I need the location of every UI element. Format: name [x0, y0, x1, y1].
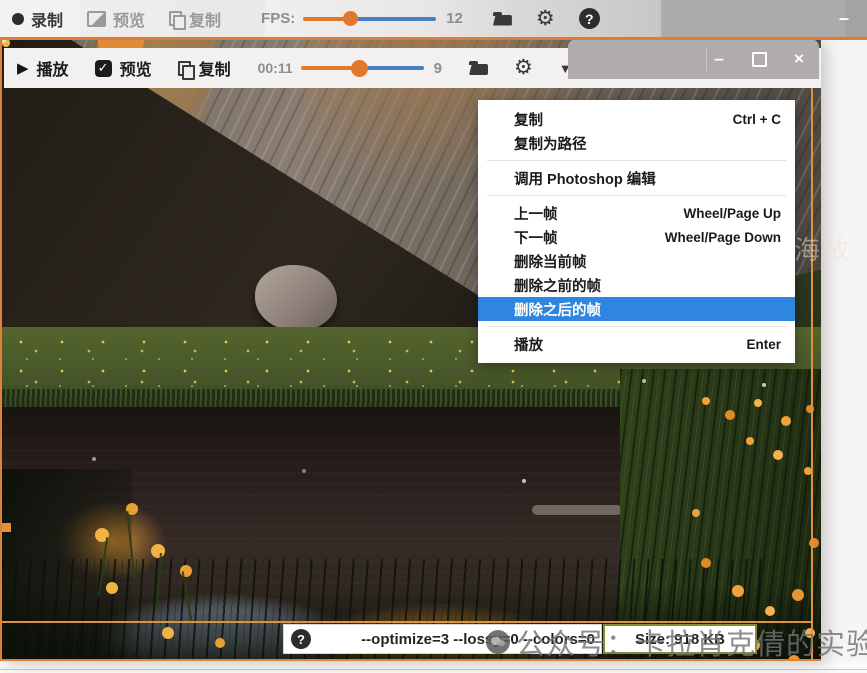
menu-shortcut: Wheel/Page Up [683, 206, 781, 221]
recorder-minimize-button[interactable]: – [827, 0, 861, 37]
menu-item-previous-frame[interactable]: 上一帧 Wheel/Page Up [478, 201, 795, 225]
play-label: 播放 [37, 56, 69, 80]
menu-shortcut: Enter [746, 337, 781, 352]
record-button[interactable]: 录制 [0, 0, 75, 37]
play-icon: ▶ [17, 61, 29, 76]
editor-maximize-button[interactable] [739, 39, 779, 79]
menu-separator [487, 326, 786, 327]
play-button[interactable]: ▶ 播放 [4, 48, 82, 88]
copy-button[interactable]: 复制 [165, 48, 244, 88]
gear-icon: ⚙ [514, 58, 533, 78]
preview-label: 预览 [120, 56, 152, 80]
fps-slider-handle[interactable] [343, 11, 358, 26]
gifsicle-args-bar: ? --optimize=3 --lossy=0 --colors=0 [283, 624, 602, 654]
open-folder-icon [469, 61, 488, 75]
capture-frame-right-edge[interactable] [811, 39, 813, 661]
boulder [255, 265, 337, 331]
copy-icon [169, 11, 182, 26]
menu-item-copy-as-path[interactable]: 复制为路径 [478, 131, 795, 155]
preview-label: 预览 [113, 7, 145, 31]
editor-close-button[interactable]: × [779, 39, 819, 79]
menu-item-delete-current-frame[interactable]: 删除当前帧 [478, 249, 795, 273]
preview-checkbox[interactable]: ✓ 预览 [82, 48, 165, 88]
image-icon [87, 11, 106, 27]
copy-label: 复制 [189, 7, 221, 31]
open-folder-button[interactable] [456, 48, 501, 88]
frame-slider-filled [301, 66, 353, 70]
desktop-background-strip [0, 661, 867, 673]
copy-icon [178, 61, 191, 76]
maximize-icon [752, 52, 767, 67]
editor-minimize-button[interactable]: – [699, 39, 739, 79]
fps-slider-rest [356, 17, 436, 21]
left-corner-grass [2, 469, 132, 661]
open-folder-icon [493, 12, 512, 26]
menu-shortcut: Ctrl + C [733, 112, 781, 127]
recorder-toolbar: 录制 预览 复制 FPS: 12 ⚙ ? – [0, 0, 867, 40]
frame-slider-handle[interactable] [351, 60, 368, 77]
fps-value: 12 [446, 10, 463, 27]
file-size-box: Size: 918 KB [603, 624, 757, 654]
record-label: 录制 [31, 7, 63, 31]
editor-titlebar[interactable]: – × [568, 39, 819, 79]
frame-value: 9 [434, 60, 442, 77]
gifsicle-args-text: --optimize=3 --lossy=0 --colors=0 [361, 631, 595, 648]
menu-shortcut: Wheel/Page Down [665, 230, 781, 245]
menu-separator [487, 195, 786, 196]
titlebar-divider [706, 47, 707, 71]
capture-frame-handle[interactable] [2, 523, 11, 532]
fps-slider[interactable] [303, 12, 436, 26]
fps-slider-filled [303, 17, 345, 21]
menu-item-copy[interactable]: 复制 Ctrl + C [478, 107, 795, 131]
help-button[interactable]: ? [567, 0, 612, 37]
record-dot-icon [12, 13, 24, 25]
settings-button[interactable]: ⚙ [524, 0, 567, 37]
menu-item-delete-frames-before[interactable]: 删除之前的帧 [478, 273, 795, 297]
settings-button[interactable]: ⚙ [501, 48, 546, 88]
open-folder-button[interactable] [481, 0, 524, 37]
context-menu: 复制 Ctrl + C 复制为路径 调用 Photoshop 编辑 上一帧 Wh… [478, 100, 795, 363]
window-bottom-edge [0, 669, 867, 670]
menu-item-play[interactable]: 播放 Enter [478, 332, 795, 356]
file-size-text: Size: 918 KB [635, 631, 725, 648]
frame-slider-rest [366, 66, 424, 70]
water-highlight [532, 505, 622, 515]
preview-button-disabled[interactable]: 预览 [75, 0, 157, 37]
fps-label: FPS: [261, 10, 295, 27]
copy-label: 复制 [199, 56, 231, 80]
checkbox-checked-icon: ✓ [95, 60, 112, 77]
gear-icon: ⚙ [536, 9, 555, 29]
menu-item-edit-in-photoshop[interactable]: 调用 Photoshop 编辑 [478, 166, 795, 190]
capture-frame-bottom-edge[interactable] [2, 621, 813, 623]
menu-item-delete-frames-after[interactable]: 删除之后的帧 [478, 297, 795, 321]
copy-button-disabled[interactable]: 复制 [157, 0, 233, 37]
menu-item-next-frame[interactable]: 下一帧 Wheel/Page Down [478, 225, 795, 249]
help-icon[interactable]: ? [291, 629, 311, 649]
help-icon: ? [579, 8, 600, 29]
menu-separator [487, 160, 786, 161]
time-value: 00:11 [258, 60, 293, 76]
frame-slider[interactable] [301, 61, 424, 75]
